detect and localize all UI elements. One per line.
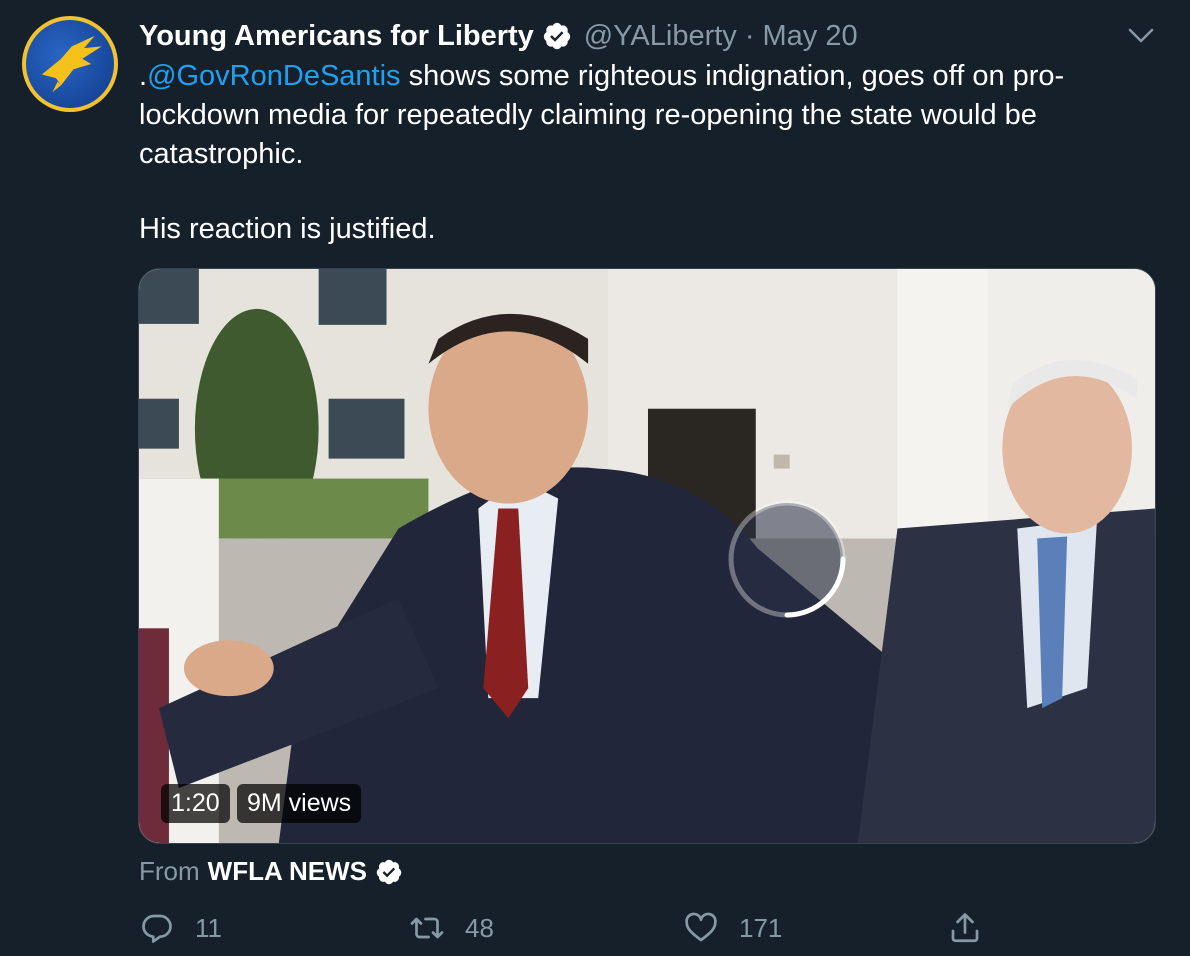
retweet-button[interactable]: 48 <box>409 910 494 946</box>
from-label: From <box>139 856 200 886</box>
share-icon <box>951 913 979 943</box>
reply-button[interactable]: 11 <box>139 910 222 946</box>
loading-spinner-icon <box>728 500 846 618</box>
author-handle[interactable]: @YALiberty <box>584 20 737 53</box>
heart-icon <box>685 912 717 942</box>
avatar[interactable] <box>22 16 118 112</box>
tweet-text-paragraph-1: .@GovRonDeSantis shows some righteous in… <box>139 57 1129 174</box>
tweet-actions: 11 48 171 <box>139 910 999 954</box>
video-duration-badge: 1:20 <box>161 784 230 823</box>
tweet-header: Young Americans for Liberty @YALiberty ·… <box>139 18 858 54</box>
text-prefix: . <box>139 60 148 92</box>
chevron-down-icon[interactable] <box>1127 24 1155 48</box>
author-name[interactable]: Young Americans for Liberty <box>139 20 534 53</box>
mention-link[interactable]: @GovRonDeSantis <box>147 60 401 92</box>
reply-icon <box>142 914 172 943</box>
video-player[interactable]: 1:20 9M views <box>138 268 1156 844</box>
video-views-badge: 9M views <box>237 784 362 823</box>
separator-dot: · <box>744 19 755 52</box>
verified-badge-icon <box>543 22 570 50</box>
like-count: 171 <box>739 912 783 943</box>
tweet-text-paragraph-2: His reaction is justified. <box>139 213 436 245</box>
source-name[interactable]: WFLA NEWS <box>208 856 367 887</box>
reply-count: 11 <box>195 912 222 943</box>
tweet-text: .@GovRonDeSantis shows some righteous in… <box>139 57 1129 249</box>
like-button[interactable]: 171 <box>683 910 782 946</box>
media-source: From WFLA NEWS <box>139 856 403 887</box>
retweet-icon <box>410 917 444 939</box>
share-button[interactable] <box>947 910 983 946</box>
video-frame <box>139 269 1155 843</box>
retweet-count: 48 <box>465 912 494 943</box>
eagle-logo-icon <box>26 20 114 108</box>
verified-badge-icon <box>376 859 402 884</box>
tweet-date[interactable]: May 20 <box>762 20 857 53</box>
